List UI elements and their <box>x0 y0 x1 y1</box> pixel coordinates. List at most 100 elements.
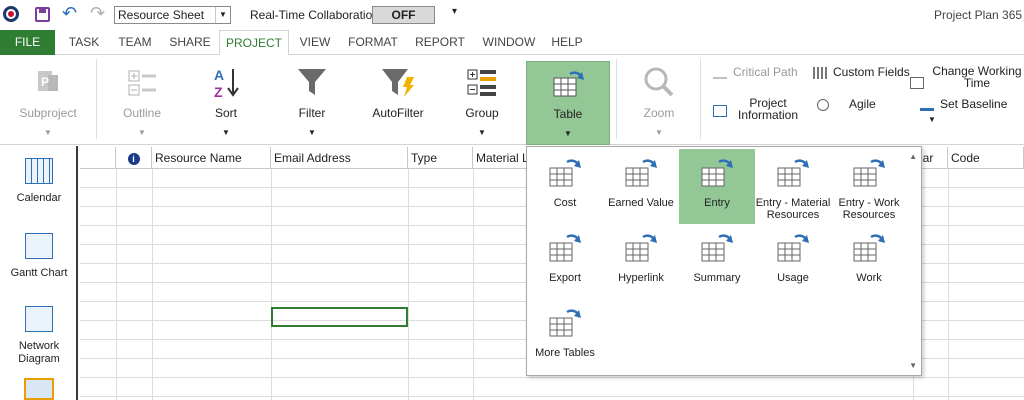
network-diagram-icon <box>25 306 53 332</box>
tab-task[interactable]: TASK <box>60 30 108 55</box>
agile-label: Agile <box>849 97 876 111</box>
zoom-button[interactable]: Zoom ▼ <box>622 55 696 143</box>
chevron-down-icon: ▼ <box>655 128 663 137</box>
gallery-item-hyperlink[interactable]: Hyperlink <box>603 224 679 299</box>
column-divider <box>152 169 153 400</box>
viewbar-label: Gantt Chart <box>10 267 68 279</box>
gallery-item-entry-material-resources[interactable]: Entry - Material Resources <box>755 149 831 224</box>
custom-fields-label: Custom Fields <box>833 65 910 79</box>
gallery-item-usage[interactable]: Usage <box>755 224 831 299</box>
gantt-chart-icon <box>25 233 53 259</box>
chevron-down-icon: ▼ <box>44 128 52 137</box>
group-button[interactable]: Group ▼ <box>444 55 520 143</box>
info-column-header[interactable]: i <box>116 147 152 169</box>
baseline-icon <box>920 99 934 111</box>
collaboration-label: Real-Time Collaboration <box>250 8 379 22</box>
ribbon-separator <box>616 59 617 139</box>
chevron-down-icon: ▼ <box>222 128 230 137</box>
autofilter-button[interactable]: AutoFilter <box>358 55 438 143</box>
change-working-time-button[interactable]: Change Working Time <box>910 65 1022 89</box>
table-icon <box>777 234 809 262</box>
zoom-icon <box>644 67 674 97</box>
outline-icon <box>128 70 156 96</box>
gallery-item-label: Work <box>856 272 882 284</box>
chevron-down-icon[interactable]: ▼ <box>928 115 936 124</box>
ribbon: P Subproject ▼ Outline ▼ A Z Sort ▼ Filt… <box>0 55 1024 145</box>
collaboration-toggle[interactable]: OFF <box>372 6 435 24</box>
viewbar-item-calendar[interactable]: Calendar <box>0 158 78 205</box>
group-icon <box>467 69 496 96</box>
gallery-item-entry[interactable]: Entry <box>679 149 755 224</box>
gallery-item-earned-value[interactable]: Earned Value <box>603 149 679 224</box>
gallery-item-label: Hyperlink <box>618 272 664 284</box>
scroll-up-icon[interactable]: ▲ <box>909 152 917 161</box>
project-info-icon <box>713 105 727 117</box>
gallery-item-cost[interactable]: Cost <box>527 149 603 224</box>
viewbar-item-gantt-chart[interactable]: Gantt Chart <box>0 233 78 280</box>
column-header-material-label[interactable]: Material L <box>473 147 533 169</box>
critical-path-button[interactable]: Critical Path <box>713 65 798 79</box>
table-row[interactable] <box>80 378 1024 397</box>
table-icon <box>701 234 733 262</box>
set-baseline-button[interactable]: Set Baseline ▼ <box>920 97 1024 125</box>
subproject-button[interactable]: P Subproject ▼ <box>8 55 88 143</box>
tab-report[interactable]: REPORT <box>410 30 470 55</box>
viewbar-item-resource-sheet[interactable] <box>24 378 54 400</box>
customize-toolbar-icon[interactable]: ▾ <box>452 6 457 17</box>
project-information-button[interactable]: Project Information <box>713 97 803 121</box>
filter-button[interactable]: Filter ▼ <box>272 55 352 143</box>
group-label: Group <box>465 106 499 120</box>
table-icon <box>549 309 581 337</box>
custom-fields-button[interactable]: Custom Fields <box>813 65 910 79</box>
sort-button[interactable]: A Z Sort ▼ <box>188 55 264 143</box>
tab-share[interactable]: SHARE <box>163 30 217 55</box>
autofilter-label: AutoFilter <box>372 106 424 120</box>
column-divider <box>116 169 117 400</box>
gallery-item-work[interactable]: Work <box>831 224 907 299</box>
viewbar-label: Calendar <box>16 192 62 204</box>
column-divider <box>271 169 272 400</box>
gallery-item-label: More Tables <box>535 347 595 359</box>
undo-icon[interactable]: ↶ <box>62 3 77 23</box>
set-baseline-label: Set Baseline <box>940 97 1008 111</box>
table-button[interactable]: Table ▼ <box>526 61 610 145</box>
gallery-item-summary[interactable]: Summary <box>679 224 755 299</box>
tab-help[interactable]: HELP <box>547 30 587 55</box>
gallery-item-entry-work-resources[interactable]: Entry - Work Resources <box>831 149 907 224</box>
tab-team[interactable]: TEAM <box>110 30 160 55</box>
chevron-down-icon: ▼ <box>478 128 486 137</box>
column-header-type[interactable]: Type <box>408 147 473 169</box>
table-label: Table <box>553 107 583 121</box>
filter-label: Filter <box>298 106 326 120</box>
ribbon-separator <box>700 59 701 139</box>
chevron-down-icon: ▼ <box>138 128 146 137</box>
column-divider <box>408 169 409 400</box>
chevron-down-icon[interactable]: ▼ <box>215 7 230 23</box>
table-icon <box>853 234 885 262</box>
tab-window[interactable]: WINDOW <box>477 30 541 55</box>
view-bar: Calendar Gantt Chart Network Diagram <box>0 146 78 400</box>
scroll-down-icon[interactable]: ▼ <box>909 361 917 370</box>
view-selector-value: Resource Sheet <box>118 8 205 22</box>
column-header-resource-name[interactable]: Resource Name <box>152 147 271 169</box>
tab-file[interactable]: FILE <box>0 30 55 55</box>
tab-project[interactable]: PROJECT <box>219 30 289 56</box>
column-divider <box>948 169 949 400</box>
gallery-item-export[interactable]: Export <box>527 224 603 299</box>
agile-button[interactable]: Agile <box>817 97 876 111</box>
tab-view[interactable]: VIEW <box>293 30 337 55</box>
view-selector[interactable]: Resource Sheet ▼ <box>114 6 231 24</box>
title-bar: ↶ ↷ Resource Sheet ▼ Real-Time Collabora… <box>0 0 1024 30</box>
gallery-item-more-tables[interactable]: More Tables <box>527 299 603 374</box>
redo-icon[interactable]: ↷ <box>90 3 105 23</box>
app-logo-icon[interactable] <box>3 6 19 22</box>
viewbar-item-network-diagram[interactable]: Network Diagram <box>0 306 78 366</box>
save-icon[interactable] <box>35 7 50 22</box>
column-header-email-address[interactable]: Email Address <box>271 147 408 169</box>
selected-cell[interactable] <box>271 307 408 327</box>
svg-text:A: A <box>214 67 224 83</box>
chevron-down-icon: ▼ <box>564 129 572 138</box>
column-header-code[interactable]: Code <box>948 147 1024 169</box>
tab-format[interactable]: FORMAT <box>343 30 403 55</box>
outline-button[interactable]: Outline ▼ <box>104 55 180 143</box>
